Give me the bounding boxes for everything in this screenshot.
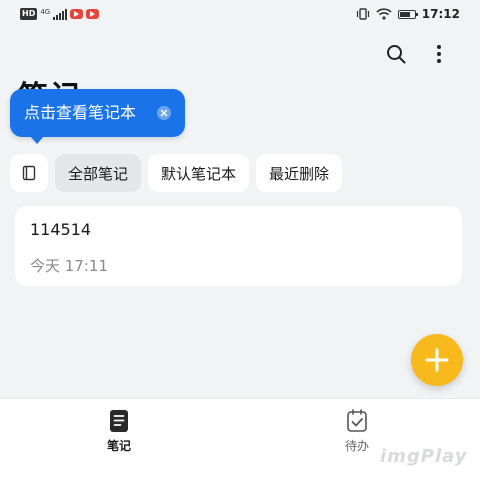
battery-icon bbox=[397, 9, 418, 19]
plus-icon bbox=[425, 348, 449, 372]
notebook-tooltip[interactable]: 点击查看笔记本 bbox=[10, 89, 185, 144]
note-icon bbox=[110, 410, 128, 432]
status-left: HD 4G bbox=[20, 8, 100, 20]
notebook-icon bbox=[22, 165, 36, 181]
bottom-nav: 笔记 待办 bbox=[0, 398, 480, 481]
wifi-icon bbox=[376, 8, 392, 20]
close-icon bbox=[160, 109, 168, 117]
note-time: 今天 17:11 bbox=[30, 257, 108, 275]
watermark: imgPlay bbox=[380, 446, 468, 467]
tab-default-notebook[interactable]: 默认笔记本 bbox=[148, 154, 250, 192]
video-app-icon-2 bbox=[86, 9, 100, 19]
status-right: 17:12 bbox=[356, 7, 460, 21]
nav-todo[interactable]: 待办 bbox=[327, 409, 387, 454]
search-icon bbox=[387, 45, 406, 64]
status-bar: HD 4G 17:12 bbox=[0, 0, 480, 30]
tooltip-close-button[interactable] bbox=[157, 106, 171, 120]
nav-todo-label: 待办 bbox=[344, 439, 369, 453]
tab-recently-deleted[interactable]: 最近删除 bbox=[256, 154, 343, 192]
search-button[interactable] bbox=[382, 40, 410, 68]
video-app-icon bbox=[70, 9, 84, 19]
hd-badge: HD bbox=[20, 8, 38, 20]
tab-all-notes[interactable]: 全部笔记 bbox=[55, 154, 142, 192]
todo-icon bbox=[347, 409, 367, 432]
status-time: 17:12 bbox=[421, 7, 460, 21]
vibrate-icon bbox=[356, 8, 369, 20]
add-note-button[interactable] bbox=[411, 334, 463, 386]
more-vertical-icon bbox=[437, 45, 441, 63]
note-title: 114514 bbox=[30, 220, 92, 239]
notebook-tabs: 全部笔记 默认笔记本 最近删除 bbox=[10, 154, 343, 192]
note-card[interactable]: 114514 今天 17:11 bbox=[15, 206, 462, 286]
signal-icon bbox=[53, 8, 68, 20]
nav-notes[interactable]: 笔记 bbox=[89, 409, 149, 454]
tab-notebook-list[interactable] bbox=[10, 154, 48, 192]
tooltip-text: 点击查看笔记本 bbox=[24, 103, 137, 122]
nav-notes-label: 笔记 bbox=[106, 439, 131, 453]
network-type: 4G bbox=[40, 8, 51, 16]
more-button[interactable] bbox=[425, 40, 453, 68]
